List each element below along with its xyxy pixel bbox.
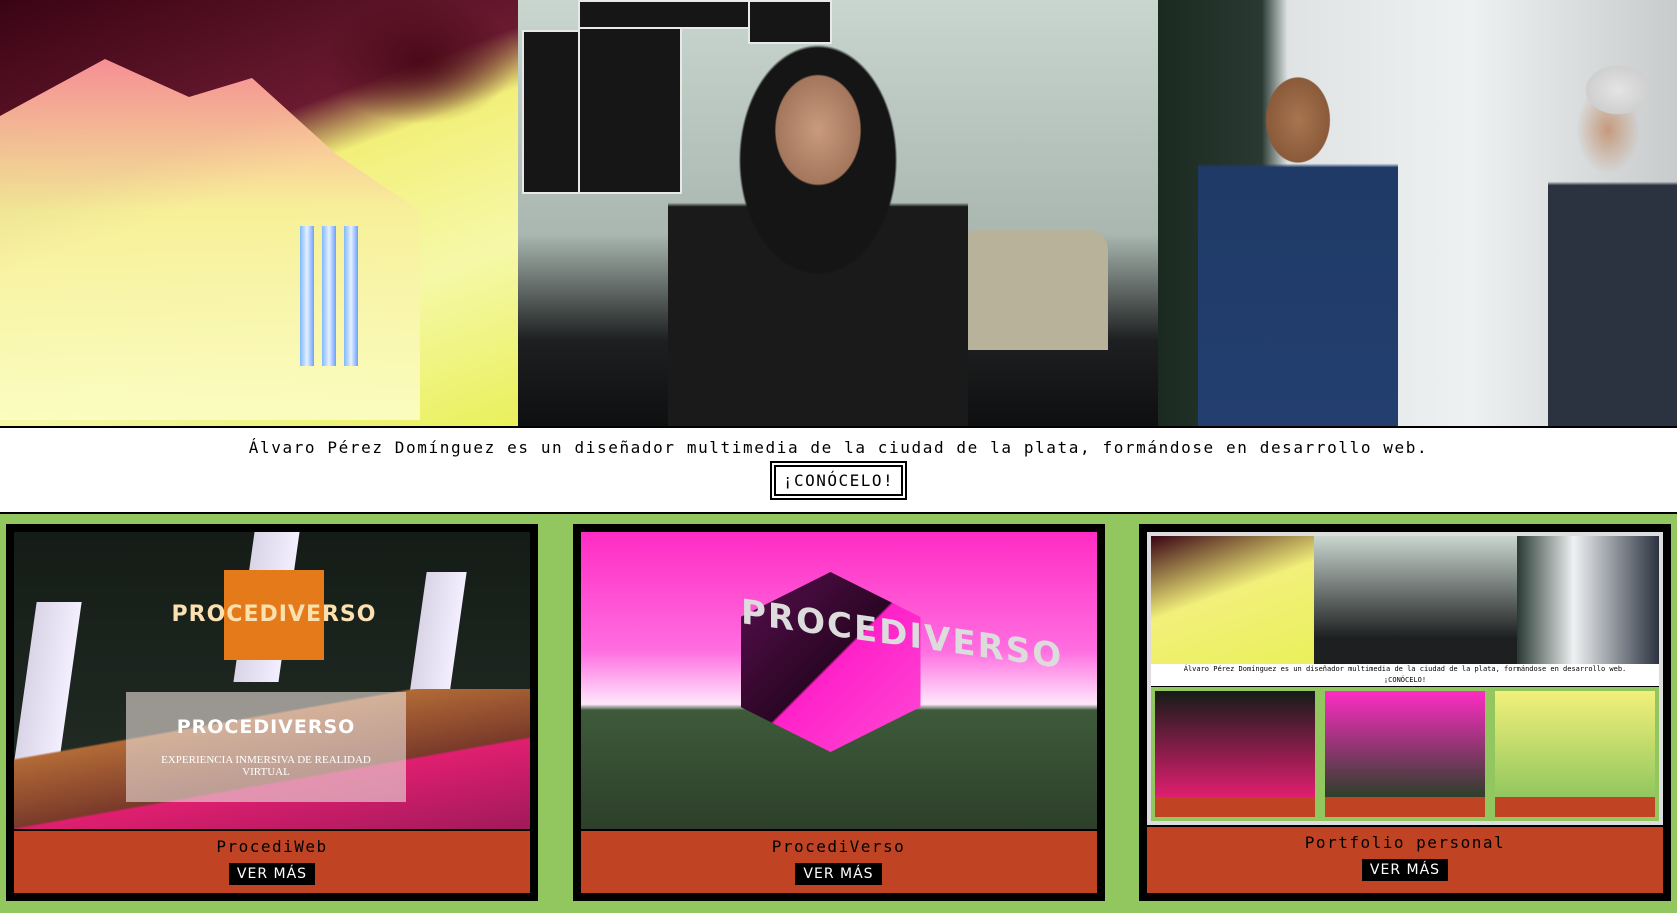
card-title: ProcediVerso <box>771 837 906 856</box>
thumbnail-overlay: PROCEDIVERSO EXPERIENCIA INMERSIVA DE RE… <box>126 692 406 802</box>
mini-conocelo-button: ¡CONÓCELO! <box>1383 676 1427 684</box>
card-footer: ProcediVerso VER MÁS <box>578 831 1099 895</box>
card-footer: ProcediWeb VER MÁS <box>12 831 532 895</box>
ver-mas-button[interactable]: VER MÁS <box>795 863 882 885</box>
ver-mas-button[interactable]: VER MÁS <box>1361 859 1449 881</box>
overlay-heading: PROCEDIVERSO <box>176 716 356 738</box>
mini-cards <box>1151 687 1659 821</box>
mini-intro-text: Álvaro Pérez Domínguez es un diseñador m… <box>1183 665 1627 673</box>
card-title: Portfolio personal <box>1304 833 1506 852</box>
procediverso-logo: PROCEDIVERSO <box>172 570 375 660</box>
intro-text: Álvaro Pérez Domínguez es un diseñador m… <box>248 438 1429 457</box>
project-card-procediverso[interactable]: PROCEDIVERSO ProcediVerso VER MÁS <box>572 524 1105 901</box>
mini-intro: Álvaro Pérez Domínguez es un diseñador m… <box>1151 664 1659 687</box>
mini-hero <box>1151 536 1659 664</box>
project-card-portfolio[interactable]: Álvaro Pérez Domínguez es un diseñador m… <box>1139 524 1671 901</box>
hero-image-vr-event <box>1158 0 1677 426</box>
project-thumbnail[interactable]: PROCEDIVERSO PROCEDIVERSO EXPERIENCIA IN… <box>12 530 532 831</box>
project-card-prodiciweb[interactable]: PROCEDIVERSO PROCEDIVERSO EXPERIENCIA IN… <box>6 524 538 901</box>
card-footer: Portfolio personal VER MÁS <box>1145 827 1665 895</box>
intro-section: Álvaro Pérez Domínguez es un diseñador m… <box>0 428 1677 514</box>
project-thumbnail[interactable]: Álvaro Pérez Domínguez es un diseñador m… <box>1145 530 1665 827</box>
card-title: ProcediWeb <box>216 837 328 856</box>
overlay-subheading: EXPERIENCIA INMERSIVA DE REALIDAD VIRTUA… <box>161 754 371 778</box>
hero-image-3d-building <box>0 0 518 426</box>
conocelo-button[interactable]: ¡CONÓCELO! <box>769 461 908 500</box>
projects-grid: PROCEDIVERSO PROCEDIVERSO EXPERIENCIA IN… <box>0 514 1677 913</box>
hero-gallery <box>0 0 1677 428</box>
ver-mas-button[interactable]: VER MÁS <box>228 863 316 885</box>
hero-image-portrait <box>518 0 1158 426</box>
project-thumbnail[interactable]: PROCEDIVERSO <box>578 530 1099 831</box>
